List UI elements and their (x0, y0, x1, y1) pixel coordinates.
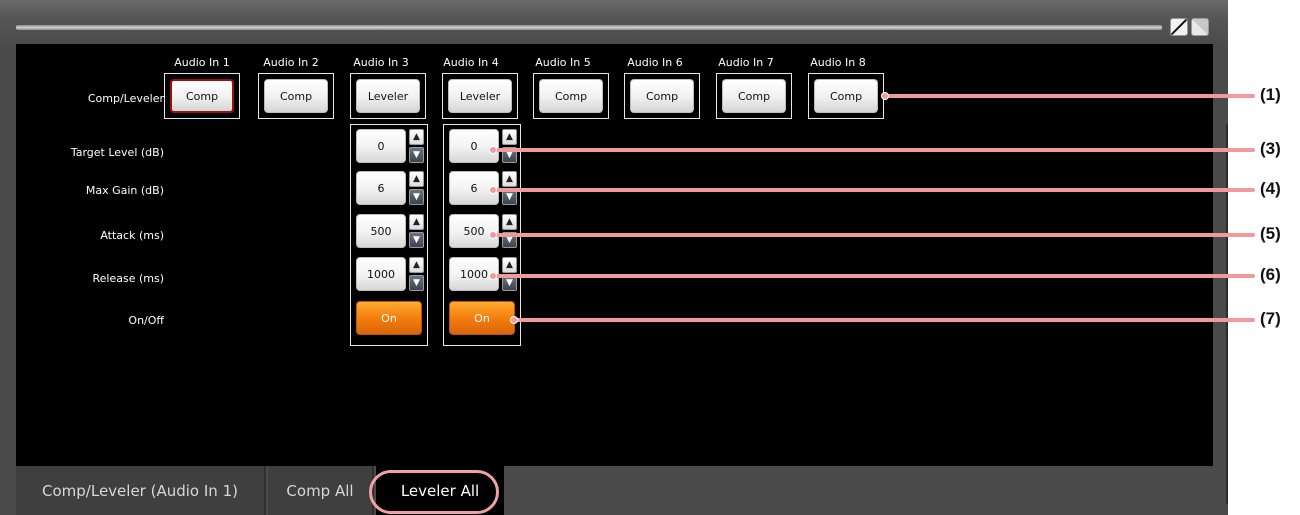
decrement-arrow-icon[interactable]: ▼ (409, 232, 424, 248)
row-label-comp-leveler: Comp/Leveler (87, 92, 164, 105)
max-gain-input[interactable]: 6 (356, 171, 406, 205)
title-bar-line (16, 25, 1162, 30)
row-label-attack: Attack (ms) (100, 229, 164, 242)
mode-button-audio-in-6[interactable]: Comp (630, 79, 694, 113)
callout-label: (7) (1260, 309, 1281, 328)
channel-title: Audio In 3 (353, 56, 409, 69)
mode-button-audio-in-5[interactable]: Comp (539, 79, 603, 113)
row-label-on-off: On/Off (128, 314, 164, 327)
on-off-button[interactable]: On (449, 301, 515, 335)
decrement-arrow-icon[interactable]: ▼ (409, 189, 424, 205)
decrement-arrow-icon[interactable]: ▼ (409, 147, 424, 163)
mode-cell-audio-in-1: Comp (164, 73, 240, 119)
callout-dot (489, 146, 497, 154)
increment-arrow-icon[interactable]: ▲ (409, 214, 424, 230)
mode-cell-audio-in-6: Comp (624, 73, 700, 119)
row-label-release: Release (ms) (92, 272, 164, 285)
mode-cell-audio-in-2: Comp (258, 73, 334, 119)
callout-label: (4) (1260, 179, 1281, 198)
mode-button-audio-in-7[interactable]: Comp (722, 79, 786, 113)
row-label-target-level: Target Level (dB) (70, 146, 164, 159)
decrement-arrow-icon[interactable]: ▼ (409, 275, 424, 291)
callout-label: (1) (1260, 85, 1281, 104)
channel-title: Audio In 4 (443, 56, 499, 69)
callout-label: (5) (1260, 224, 1281, 243)
target-level-input[interactable]: 0 (356, 129, 406, 163)
callout-line (514, 318, 1255, 322)
mode-cell-audio-in-5: Comp (533, 73, 609, 119)
increment-arrow-icon[interactable]: ▲ (502, 129, 517, 145)
callout-line (493, 274, 1255, 278)
mode-cell-audio-in-7: Comp (716, 73, 792, 119)
mode-button-audio-in-1[interactable]: Comp (170, 79, 234, 113)
channel-title: Audio In 2 (263, 56, 319, 69)
callout-dot (510, 316, 518, 324)
increment-arrow-icon[interactable]: ▲ (502, 171, 517, 187)
channel-title: Audio In 5 (535, 56, 591, 69)
callout-line (493, 148, 1255, 152)
release-input[interactable]: 1000 (356, 257, 406, 291)
fill-icon[interactable] (1191, 18, 1209, 36)
callout-dot (489, 231, 497, 239)
tab-bar: Comp/Leveler (Audio In 1) Comp All Level… (16, 466, 1213, 515)
callout-dot (489, 272, 497, 280)
channel-title: Audio In 7 (718, 56, 774, 69)
tab-comp-all[interactable]: Comp All (268, 466, 374, 515)
mode-button-audio-in-4[interactable]: Leveler (448, 79, 512, 113)
right-scroll-strip (1213, 44, 1228, 515)
channel-title: Audio In 8 (810, 56, 866, 69)
row-label-max-gain: Max Gain (dB) (85, 184, 164, 197)
increment-arrow-icon[interactable]: ▲ (409, 129, 424, 145)
callout-dot (489, 186, 497, 194)
title-bar (0, 0, 1228, 48)
callout-label: (6) (1260, 265, 1281, 284)
increment-arrow-icon[interactable]: ▲ (409, 257, 424, 273)
mode-cell-audio-in-3: Leveler (350, 73, 426, 119)
tab-comp-leveler-audio-in-1[interactable]: Comp/Leveler (Audio In 1) (16, 466, 266, 515)
on-off-button[interactable]: On (356, 301, 422, 335)
callout-line (493, 233, 1255, 237)
callout-line (885, 94, 1255, 98)
mode-button-audio-in-8[interactable]: Comp (814, 79, 878, 113)
increment-arrow-icon[interactable]: ▲ (409, 171, 424, 187)
channel-title: Audio In 1 (174, 56, 230, 69)
callout-label: (3) (1260, 139, 1281, 158)
tab-leveler-all[interactable]: Leveler All (376, 466, 504, 515)
mode-button-audio-in-3[interactable]: Leveler (356, 79, 420, 113)
mode-button-audio-in-2[interactable]: Comp (264, 79, 328, 113)
leveler-settings-audio-in-3: 0 ▲ ▼ 6 ▲ ▼ 500 ▲ ▼ 1000 ▲ ▼ On (350, 124, 428, 346)
callout-line (493, 188, 1255, 192)
mode-cell-audio-in-8: Comp (808, 73, 884, 119)
increment-arrow-icon[interactable]: ▲ (502, 257, 517, 273)
pencil-icon[interactable] (1170, 18, 1188, 36)
mode-cell-audio-in-4: Leveler (442, 73, 518, 119)
channel-title: Audio In 6 (627, 56, 683, 69)
callout-dot (881, 92, 889, 100)
attack-input[interactable]: 500 (356, 214, 406, 248)
increment-arrow-icon[interactable]: ▲ (502, 214, 517, 230)
